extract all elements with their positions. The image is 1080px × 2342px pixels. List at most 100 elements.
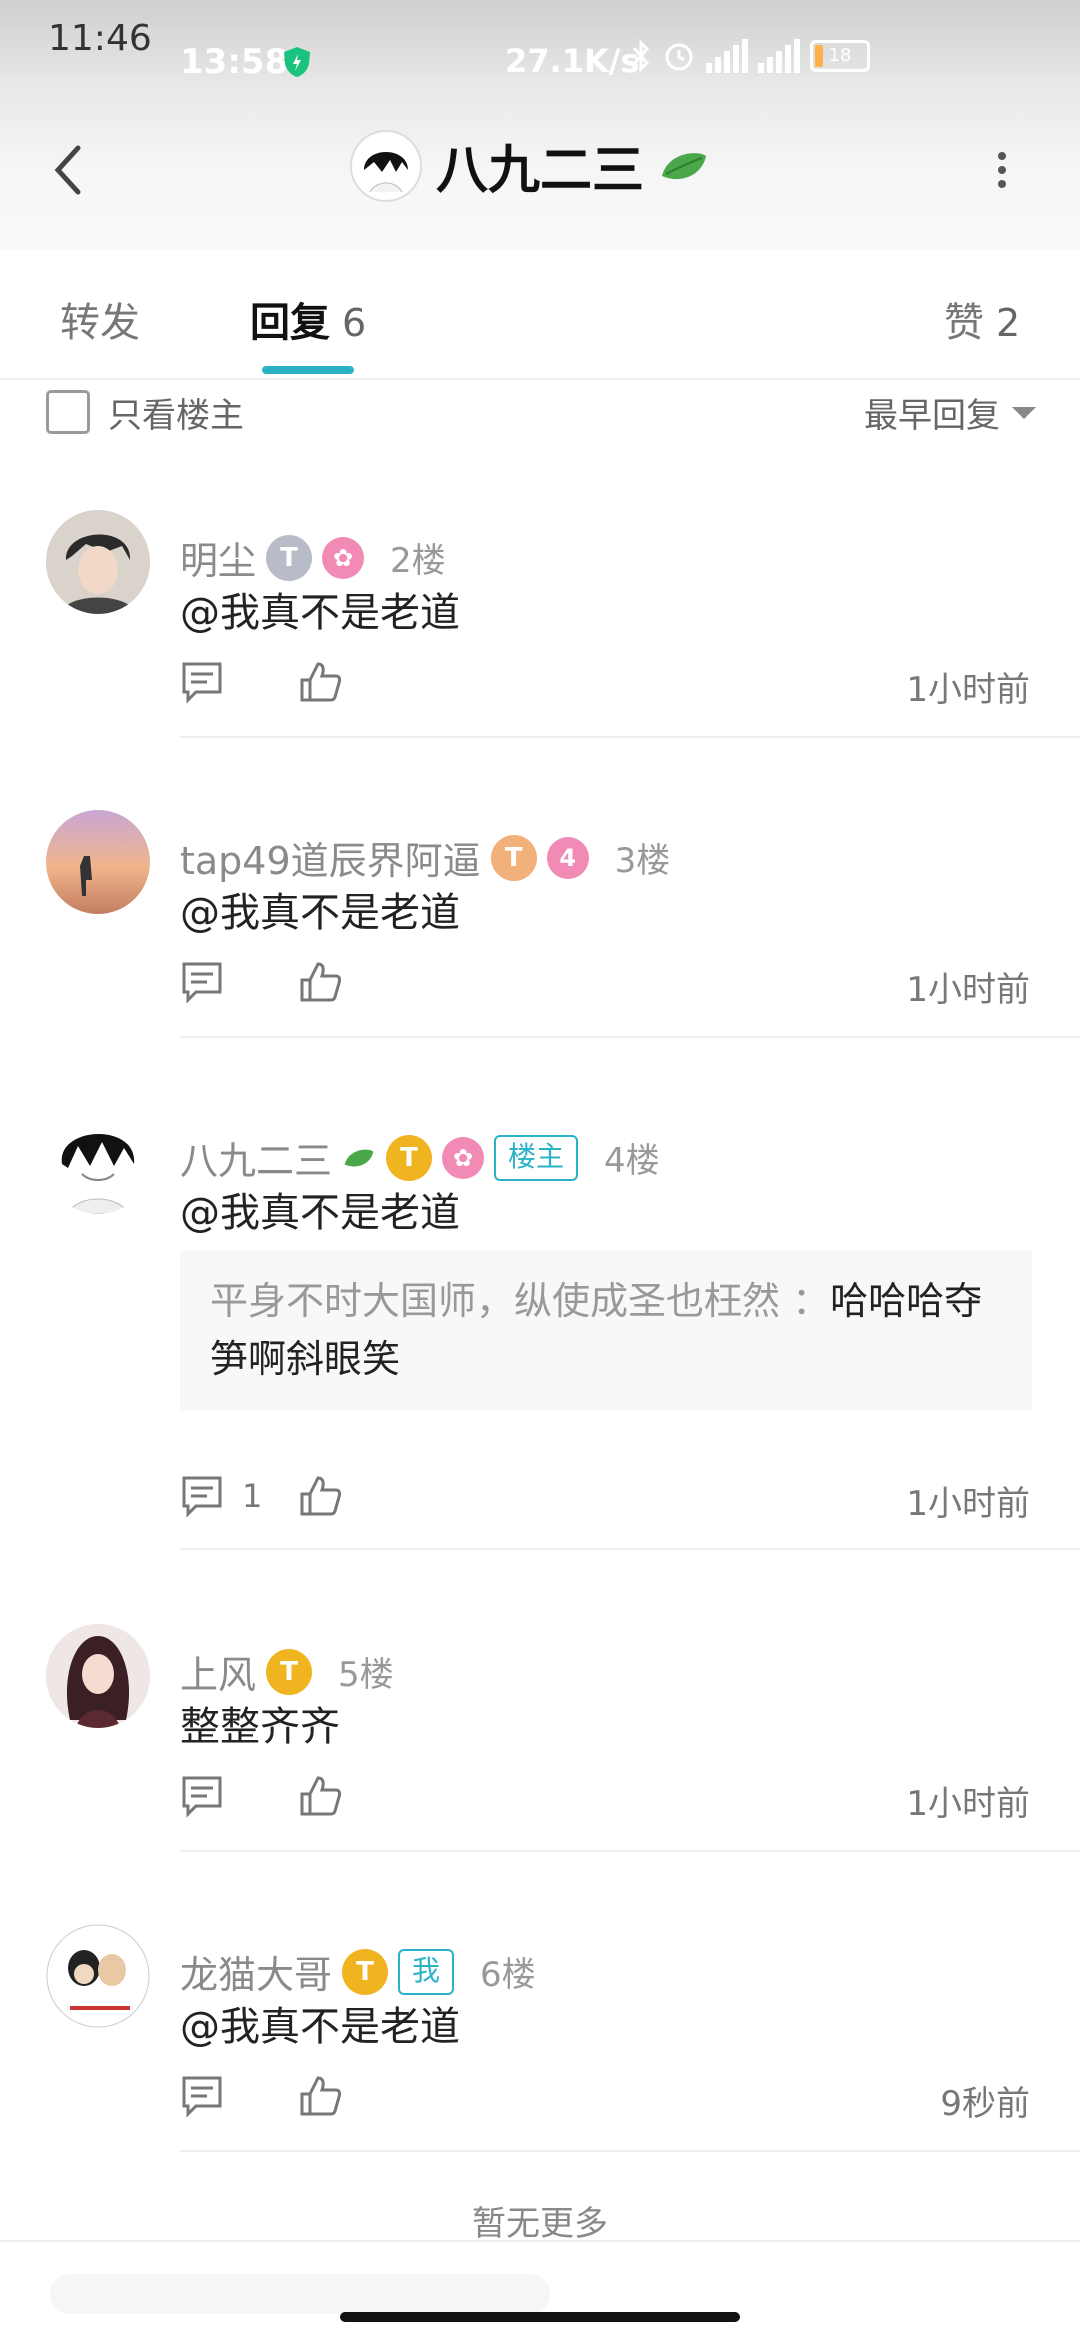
quote-author: 平身不时大国师，纵使成圣也枉然 ：: [210, 1279, 831, 1323]
comment-icon[interactable]: [180, 2074, 224, 2118]
network-speed: 27.1K/s: [505, 42, 640, 80]
tab-count: 2: [996, 301, 1021, 345]
reply-content: @我真不是老道: [180, 890, 460, 936]
reply-time: 9秒前: [940, 2084, 1030, 2124]
reply-header: tap49道辰界阿逼 T 4 3楼: [180, 830, 670, 885]
comment-icon[interactable]: [180, 660, 224, 704]
reply-time: 1小时前: [906, 670, 1030, 710]
tab-replies[interactable]: 回复 6: [250, 290, 366, 348]
level-badge-icon: T: [386, 1134, 433, 1181]
shield-icon: [284, 47, 310, 77]
reply-actions: [180, 1774, 342, 1818]
bluetooth-icon: [632, 39, 650, 73]
divider: [180, 2150, 1080, 2152]
sort-label: 最早回复: [864, 396, 1000, 436]
reply-time: 1小时前: [906, 970, 1030, 1010]
fan-badge-icon: ✿: [322, 536, 365, 579]
no-more-label: 暂无更多: [472, 2204, 608, 2244]
reply-username[interactable]: tap49道辰界阿逼: [180, 830, 481, 885]
me-tag: 我: [398, 1948, 455, 1995]
reply-time: 1小时前: [906, 1784, 1030, 1824]
reply-time: 1小时前: [906, 1484, 1030, 1524]
quoted-reply[interactable]: 平身不时大国师，纵使成圣也枉然 ：哈哈哈夺笋啊斜眼笑: [180, 1250, 1032, 1410]
reply-header: 明尘 T ✿ 2楼: [180, 530, 446, 585]
tab-label: 回复: [250, 300, 330, 346]
tab-repost[interactable]: 转发: [60, 290, 140, 348]
tab-likes[interactable]: 赞2: [944, 290, 1020, 348]
tab-label: 赞: [944, 300, 984, 346]
reply-header: 八九二三 T ✿ 楼主 4楼: [180, 1130, 660, 1185]
comment-count: 1: [242, 1477, 263, 1515]
comment-icon[interactable]: [180, 1774, 224, 1818]
battery-level: 18: [828, 45, 852, 66]
thumbs-up-icon[interactable]: [298, 1774, 342, 1818]
leaf-icon: [344, 1149, 374, 1166]
reply-username[interactable]: 明尘: [180, 530, 256, 585]
tab-bar: 转发 回复 6 赞2: [0, 250, 1080, 380]
reply-actions: [180, 960, 342, 1004]
reply-actions: [180, 660, 342, 704]
home-indicator[interactable]: [340, 2312, 740, 2322]
avatar: [350, 129, 422, 202]
thumbs-up-icon[interactable]: [298, 660, 342, 704]
level-badge-icon: T: [490, 834, 537, 881]
tab-count: 6: [342, 301, 367, 345]
reply-header: 龙猫大哥 T 我 6楼: [180, 1944, 536, 1999]
avatar[interactable]: [46, 510, 150, 614]
reply-actions: [180, 2074, 342, 2118]
avatar[interactable]: [46, 1110, 150, 1214]
reply-content: @我真不是老道: [180, 590, 460, 636]
reply-content: @我真不是老道: [180, 2004, 460, 2050]
divider: [180, 1036, 1080, 1038]
avatar[interactable]: [46, 1924, 150, 2028]
battery-icon: 18: [810, 40, 870, 72]
comment-icon[interactable]: [180, 960, 224, 1004]
reply-username[interactable]: 上风: [180, 1644, 256, 1699]
thumbs-up-icon[interactable]: [298, 960, 342, 1004]
filter-row: 只看楼主 最早回复: [0, 378, 1080, 478]
page-title: 八九二三: [436, 141, 645, 201]
only-op-label[interactable]: 只看楼主: [108, 388, 244, 437]
tab-indicator: [262, 366, 354, 374]
divider: [180, 1548, 1080, 1550]
avatar[interactable]: [46, 810, 150, 914]
thumbs-up-icon[interactable]: [298, 1474, 342, 1518]
signal-icon-2: [758, 39, 800, 73]
reply-input[interactable]: [50, 2274, 550, 2314]
thumbs-up-icon[interactable]: [298, 2074, 342, 2118]
outer-clock: 11:46: [48, 18, 152, 59]
floor-number: 2楼: [390, 541, 446, 581]
more-vertical-icon[interactable]: [995, 148, 1009, 192]
header-title-group[interactable]: 八九二三: [350, 128, 710, 203]
leaf-icon: [662, 152, 707, 179]
floor-number: 5楼: [338, 1655, 394, 1695]
bottom-input-bar: [0, 2240, 1080, 2342]
avatar[interactable]: [46, 1624, 150, 1728]
level-badge-icon: T: [266, 1648, 313, 1695]
divider: [180, 1850, 1080, 1852]
reply-content: @我真不是老道: [180, 1190, 460, 1236]
tab-label: 转发: [60, 300, 140, 346]
level-badge-icon: T: [266, 534, 313, 581]
status-icons: 18: [630, 36, 870, 76]
sort-dropdown[interactable]: 最早回复: [864, 388, 1036, 437]
chevron-left-icon[interactable]: [48, 140, 88, 200]
signal-icon: [706, 39, 748, 73]
status-clock: 13:58: [180, 42, 289, 82]
reply-content: 整整齐齐: [180, 1704, 340, 1750]
alarm-icon: [665, 43, 693, 71]
reply-username[interactable]: 龙猫大哥: [180, 1944, 332, 1999]
fan-badge-icon: 4: [546, 836, 589, 879]
caret-down-icon: [1012, 406, 1036, 419]
reply-actions: 1: [180, 1474, 342, 1518]
floor-number: 4楼: [604, 1141, 660, 1181]
comment-icon[interactable]: [180, 1474, 224, 1518]
level-badge-icon: T: [342, 1948, 389, 1995]
top-bar: 11:46 13:58 27.1K/s 18 八九二三: [0, 0, 1080, 250]
reply-header: 上风 T 5楼: [180, 1644, 394, 1699]
floor-number: 6楼: [480, 1955, 536, 1995]
op-tag: 楼主: [494, 1134, 579, 1181]
divider: [180, 736, 1080, 738]
reply-username[interactable]: 八九二三: [180, 1130, 332, 1185]
only-op-checkbox[interactable]: [46, 390, 90, 434]
